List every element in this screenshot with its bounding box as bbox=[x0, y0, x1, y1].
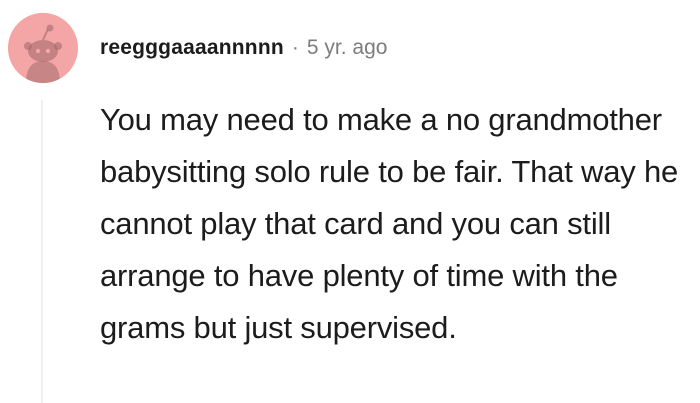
comment-body: You may need to make a no grandmother ba… bbox=[100, 102, 679, 345]
avatar[interactable] bbox=[8, 13, 78, 83]
timestamp[interactable]: 5 yr. ago bbox=[307, 36, 388, 60]
snoo-avatar-icon bbox=[8, 13, 78, 83]
meta-separator: · bbox=[291, 36, 299, 59]
thread-line[interactable] bbox=[41, 100, 43, 403]
username-link[interactable]: reegggaaaannnnn bbox=[100, 36, 284, 60]
comment-meta: reegggaaaannnnn · 5 yr. ago bbox=[100, 33, 387, 63]
comment: reegggaaaannnnn · 5 yr. ago You may need… bbox=[0, 0, 700, 403]
